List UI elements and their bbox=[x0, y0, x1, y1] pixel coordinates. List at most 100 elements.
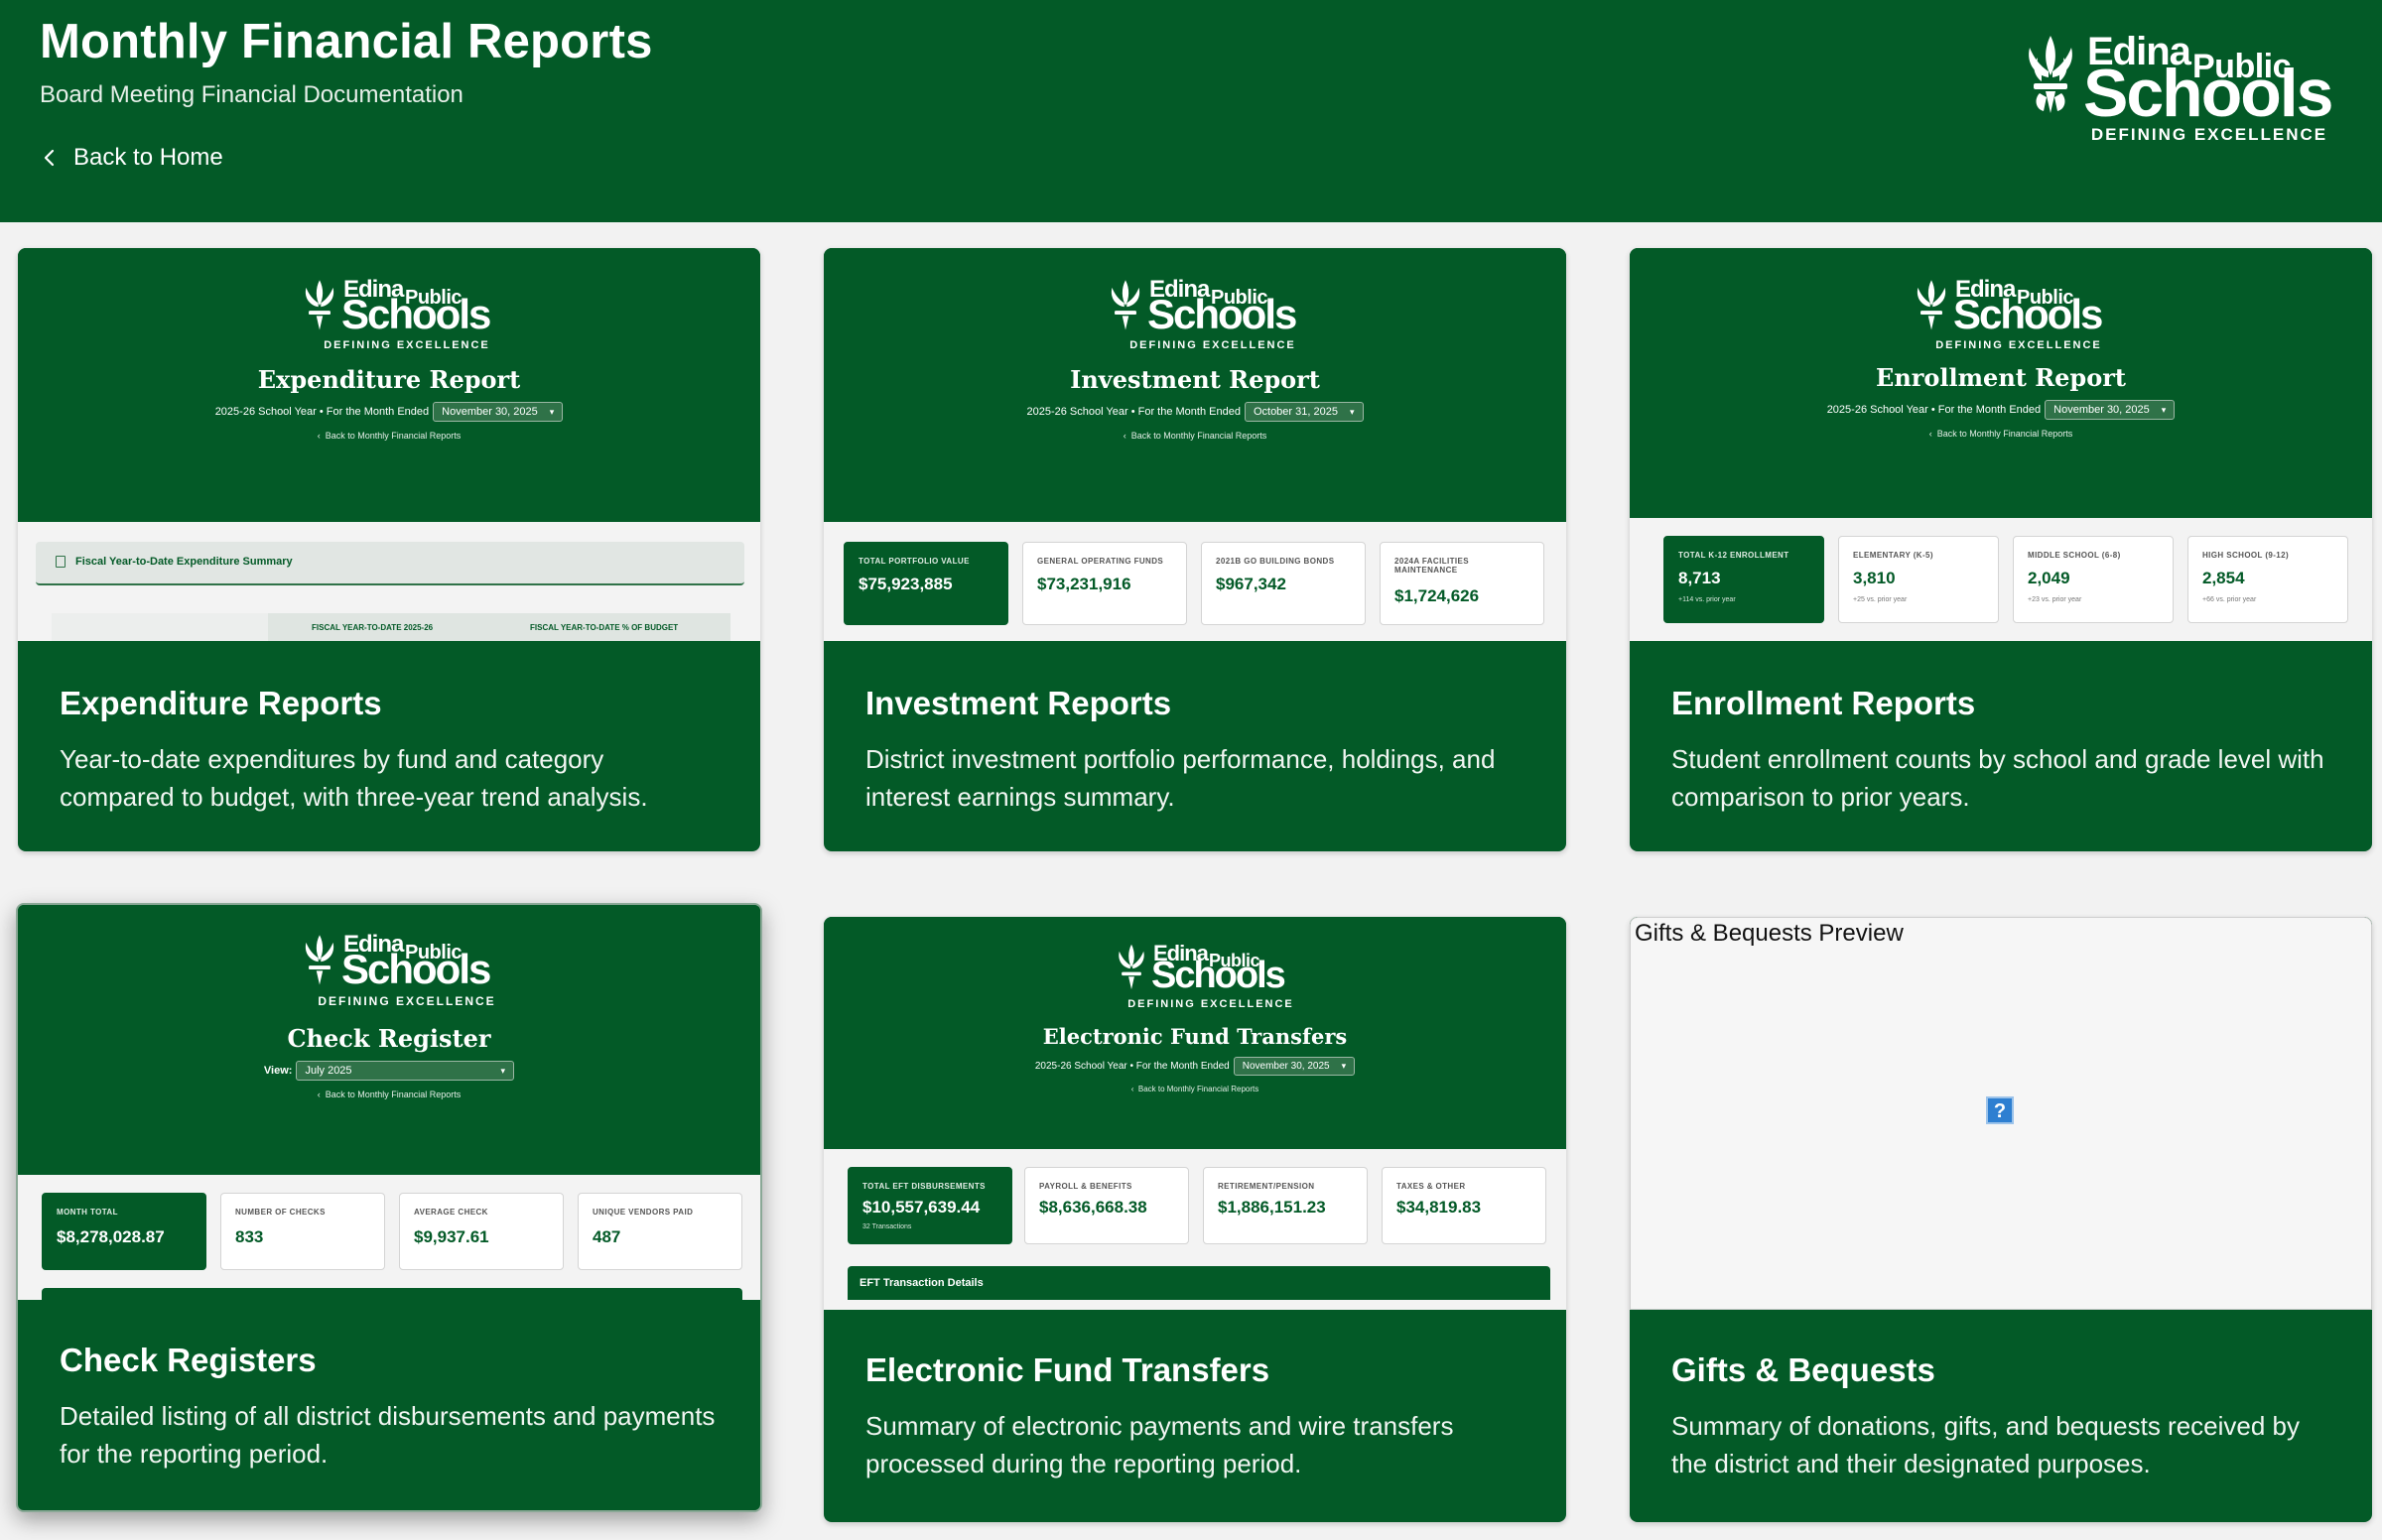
logo-schools: Schools bbox=[1146, 291, 1297, 337]
preview-back-label: Back to Monthly Financial Reports bbox=[1130, 431, 1267, 441]
preview-logo: Edina Public Schools DEFINING EXCELLENCE bbox=[288, 276, 491, 351]
page-header: Monthly Financial Reports Board Meeting … bbox=[0, 0, 2382, 222]
stat-value: 833 bbox=[235, 1227, 264, 1246]
card-preview: Edina Public Schools DEFINING EXCELLENCE… bbox=[18, 905, 760, 1300]
report-card-check-register[interactable]: Edina Public Schools DEFINING EXCELLENCE… bbox=[16, 903, 762, 1512]
report-card-expenditure[interactable]: Edina Public Schools DEFINING EXCELLENCE… bbox=[18, 248, 760, 851]
logo-schools: Schools bbox=[2083, 56, 2333, 131]
broken-image-icon: ? bbox=[1986, 1096, 2014, 1124]
preview-logo: Edina Public Schools DEFINING EXCELLENCE bbox=[282, 931, 495, 1008]
stat-card: AVERAGE CHECK $9,937.61 bbox=[399, 1193, 564, 1270]
month-select: November 30, 2025 bbox=[433, 402, 564, 422]
preview-back-link: ‹ Back to Monthly Financial Reports bbox=[1928, 429, 2073, 439]
logo-tagline: DEFINING EXCELLENCE bbox=[324, 339, 490, 351]
stat-value: $9,937.61 bbox=[414, 1227, 489, 1246]
report-card-gifts-bequests[interactable]: Gifts & Bequests Preview ? Gifts & Beque… bbox=[1630, 917, 2372, 1522]
fleur-de-lis-icon bbox=[1119, 944, 1144, 990]
logo-schools: Schools bbox=[1952, 291, 2103, 337]
preview-meta-text: 2025-26 School Year • For the Month Ende… bbox=[214, 406, 430, 418]
table-column-header: FISCAL YEAR-TO-DATE 2025-26 bbox=[312, 623, 434, 632]
back-to-home-label: Back to Home bbox=[73, 144, 223, 171]
stat-value: $1,886,151.23 bbox=[1218, 1198, 1326, 1217]
preview-report-title: Enrollment Report bbox=[1876, 363, 2126, 392]
stat-label: 2021B GO BUILDING BONDS bbox=[1216, 557, 1335, 566]
stat-label: MONTH TOTAL bbox=[57, 1208, 118, 1217]
logo-tagline: DEFINING EXCELLENCE bbox=[1129, 339, 1296, 351]
preview-meta: 2025-26 School Year • For the Month Ende… bbox=[1034, 1057, 1356, 1076]
preview-meta-text: 2025-26 School Year • For the Month Ende… bbox=[1034, 1061, 1230, 1072]
card-description: Summary of donations, gifts, and bequest… bbox=[1671, 1411, 2301, 1478]
fleur-de-lis-icon bbox=[1111, 280, 1140, 330]
stat-card: TOTAL PORTFOLIO VALUE $75,923,885 bbox=[844, 542, 1008, 625]
card-preview: Edina Public Schools DEFINING EXCELLENCE… bbox=[824, 917, 1566, 1310]
eft-details-header: EFT Transaction Details bbox=[848, 1266, 1550, 1300]
month-select: November 30, 2025 bbox=[1233, 1057, 1356, 1076]
page-title: Monthly Financial Reports bbox=[40, 15, 653, 68]
card-description: Detailed listing of all district disburs… bbox=[60, 1401, 716, 1469]
stat-note: +114 vs. prior year bbox=[1678, 596, 1736, 603]
preview-meta: 2025-26 School Year • For the Month Ende… bbox=[1827, 400, 2176, 420]
stat-card: PAYROLL & BENEFITS $8,636,668.38 bbox=[1024, 1167, 1189, 1244]
stat-label: HIGH SCHOOL (9-12) bbox=[2202, 551, 2290, 560]
fleur-de-lis-icon bbox=[1917, 280, 1946, 330]
preview-content: TOTAL PORTFOLIO VALUE $75,923,885 GENERAL… bbox=[824, 522, 1566, 641]
month-select: July 2025 bbox=[296, 1061, 515, 1081]
broken-image-alt-text: Gifts & Bequests Preview bbox=[1635, 920, 1904, 947]
report-card-enrollment[interactable]: Edina Public Schools DEFINING EXCELLENCE… bbox=[1630, 248, 2372, 851]
stat-value: $1,724,626 bbox=[1394, 586, 1480, 605]
card-title: Electronic Fund Transfers bbox=[865, 1351, 1270, 1388]
card-description: Year-to-date expenditures by fund and ca… bbox=[60, 744, 648, 812]
logo-tagline: DEFINING EXCELLENCE bbox=[1127, 998, 1294, 1010]
logo-schools: Schools bbox=[340, 291, 491, 337]
preview-content: Fiscal Year-to-Date Expenditure Summary … bbox=[18, 522, 760, 641]
preview-back-link: ‹ Back to Monthly Financial Reports bbox=[317, 1090, 462, 1099]
preview-content: MONTH TOTAL $8,278,028.87 NUMBER OF CHECK… bbox=[18, 1175, 760, 1300]
stat-card: UNIQUE VENDORS PAID 487 bbox=[578, 1193, 742, 1270]
preview-back-link: ‹ Back to Monthly Financial Reports bbox=[317, 431, 462, 441]
stat-value: 2,854 bbox=[2202, 569, 2245, 587]
preview-report-title: Check Register bbox=[287, 1024, 491, 1053]
stat-card: HIGH SCHOOL (9-12) 2,854 +66 vs. prior yea… bbox=[2187, 536, 2348, 623]
card-preview: Edina Public Schools DEFINING EXCELLENCE… bbox=[824, 248, 1566, 641]
stat-note: +66 vs. prior year bbox=[2202, 596, 2257, 603]
stat-card: MONTH TOTAL $8,278,028.87 bbox=[42, 1193, 206, 1270]
card-title: Gifts & Bequests bbox=[1671, 1351, 1935, 1388]
stat-note: +25 vs. prior year bbox=[1853, 596, 1908, 603]
view-label: View: bbox=[263, 1065, 293, 1077]
stat-label: TAXES & OTHER bbox=[1396, 1182, 1466, 1191]
stat-note: 32 Transactions bbox=[862, 1223, 912, 1230]
stat-value: $8,636,668.38 bbox=[1039, 1198, 1147, 1217]
card-preview: Edina Public Schools DEFINING EXCELLENCE… bbox=[1630, 248, 2372, 641]
report-card-eft[interactable]: Edina Public Schools DEFINING EXCELLENCE… bbox=[824, 917, 1566, 1522]
stat-value: 2,049 bbox=[2028, 569, 2070, 587]
stat-value: $34,819.83 bbox=[1396, 1198, 1482, 1217]
stat-label: 2024A FACILITIES MAINTENANCE bbox=[1394, 557, 1470, 575]
preview-back-label: Back to Monthly Financial Reports bbox=[325, 431, 462, 441]
stat-value: $967,342 bbox=[1216, 575, 1286, 593]
card-title: Check Registers bbox=[60, 1342, 317, 1378]
card-description: Student enrollment counts by school and … bbox=[1671, 744, 2324, 812]
report-card-investment[interactable]: Edina Public Schools DEFINING EXCELLENCE… bbox=[824, 248, 1566, 851]
stat-value: $10,557,639.44 bbox=[862, 1198, 981, 1217]
preview-meta: 2025-26 School Year • For the Month Ende… bbox=[215, 402, 564, 422]
preview-meta: 2025-26 School Year • For the Month Ende… bbox=[1027, 402, 1364, 422]
table-column-header: FISCAL YEAR-TO-DATE % OF BUDGET bbox=[530, 623, 679, 632]
summary-table-header: FISCAL YEAR-TO-DATE 2025-26 FISCAL YEAR-… bbox=[52, 613, 730, 641]
gifts-preview-image: Gifts & Bequests Preview ? bbox=[1630, 917, 2372, 1310]
stat-card: TOTAL EFT DISBURSEMENTS $10,557,639.44 32 … bbox=[848, 1167, 1012, 1244]
stat-label: GENERAL OPERATING FUNDS bbox=[1037, 557, 1164, 566]
back-to-home-link[interactable]: Back to Home bbox=[40, 144, 223, 172]
stat-value: 3,810 bbox=[1853, 569, 1896, 587]
preview-report-title: Expenditure Report bbox=[257, 365, 521, 394]
month-select: October 31, 2025 bbox=[1244, 402, 1364, 422]
page-subtitle: Board Meeting Financial Documentation bbox=[40, 81, 463, 108]
fleur-de-lis-icon bbox=[305, 280, 334, 330]
preview-meta-text: 2025-26 School Year • For the Month Ende… bbox=[1026, 406, 1241, 418]
preview-report-title: Electronic Fund Transfers bbox=[1042, 1024, 1348, 1049]
stat-card: 2024A FACILITIES MAINTENANCE $1,724,626 bbox=[1380, 542, 1544, 625]
stat-label: AVERAGE CHECK bbox=[414, 1208, 488, 1217]
stat-label: TOTAL PORTFOLIO VALUE bbox=[859, 557, 970, 566]
logo-schools: Schools bbox=[340, 946, 491, 992]
stat-card: 2021B GO BUILDING BONDS $967,342 bbox=[1201, 542, 1366, 625]
logo-tagline: DEFINING EXCELLENCE bbox=[1935, 339, 2102, 351]
